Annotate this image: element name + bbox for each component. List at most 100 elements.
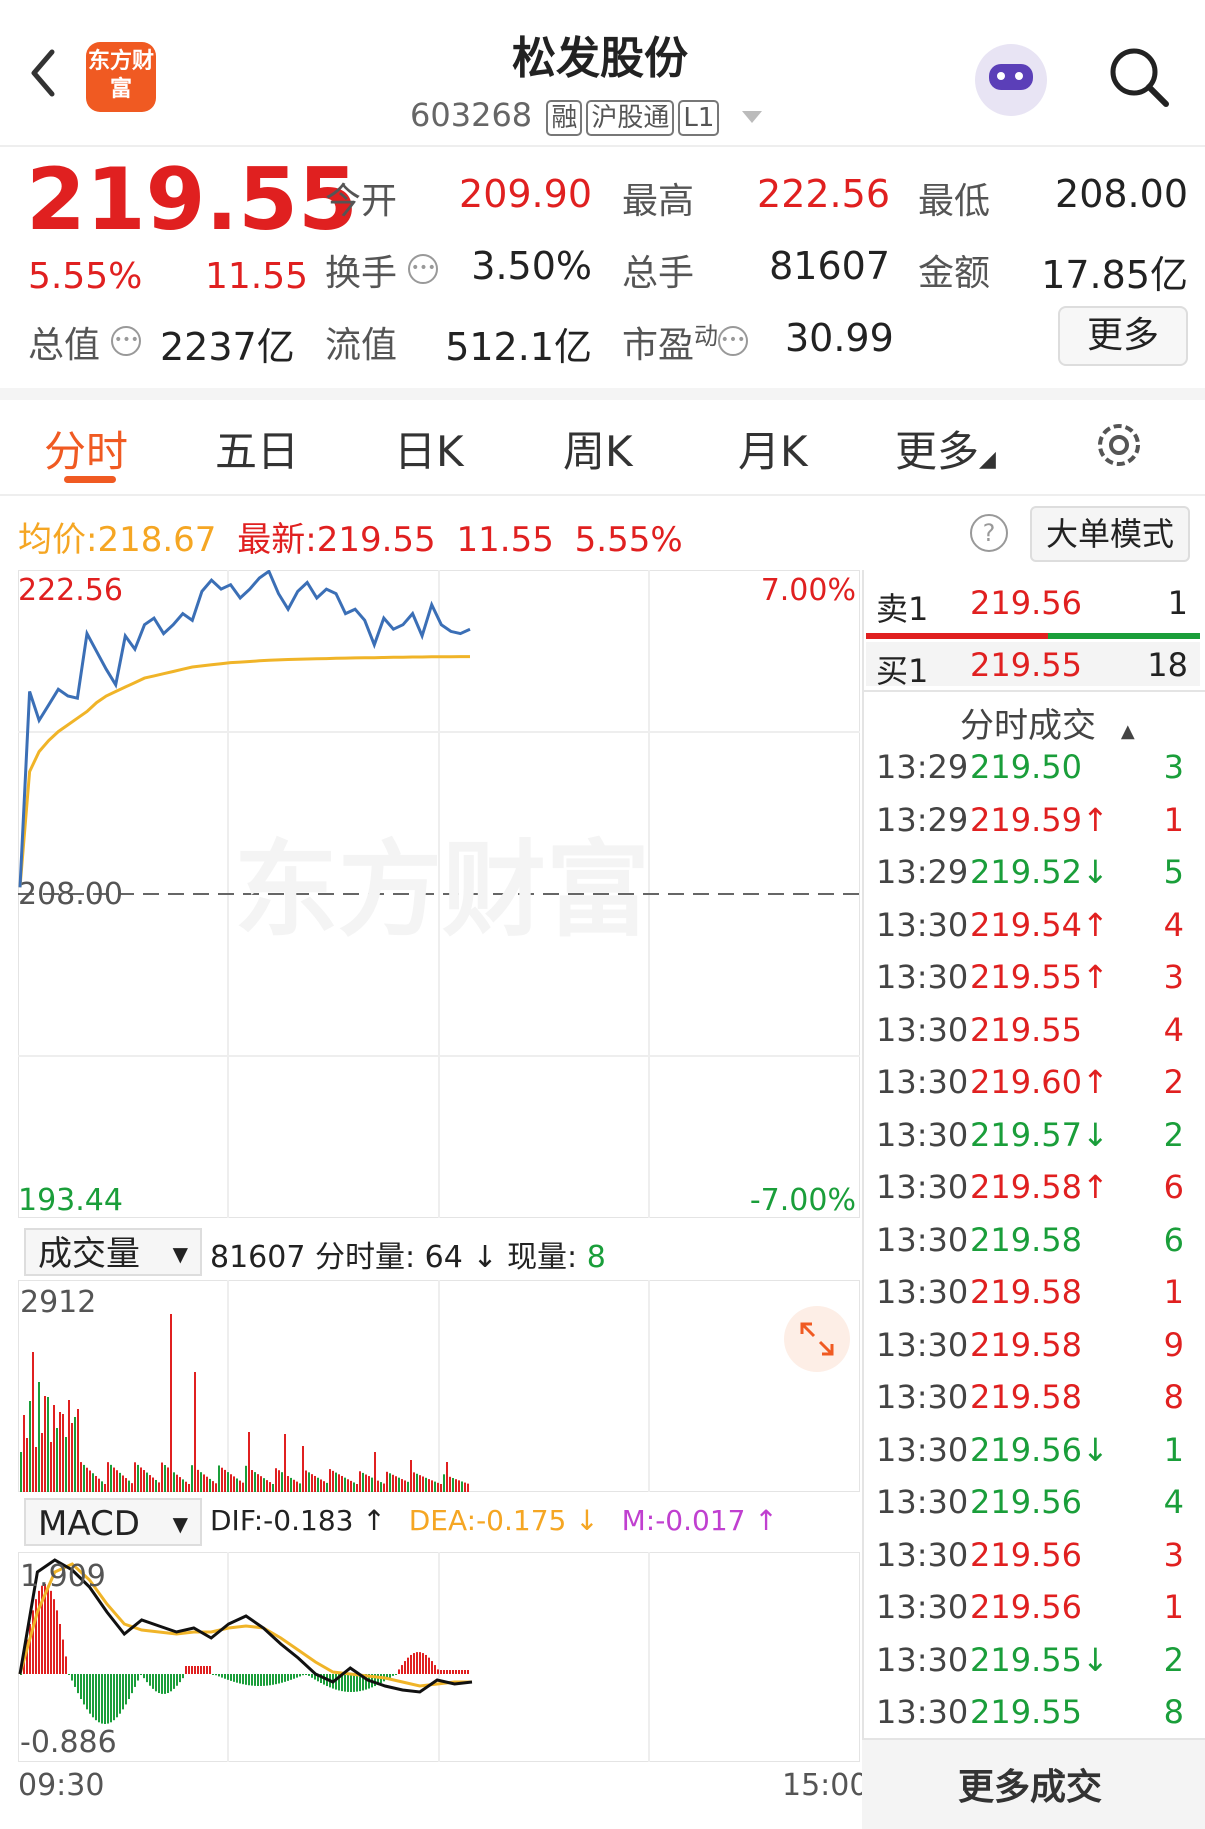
volume-bar — [452, 1478, 454, 1492]
volume-indicator-selector[interactable]: 成交量 ▼ — [24, 1228, 202, 1276]
intraday-price-chart[interactable]: 东方财富 222.56 208.00 193.44 7.00% -7.00% — [18, 570, 860, 1218]
trade-row: 13:30 219.58 9 — [876, 1326, 1194, 1378]
volume-bar — [356, 1484, 358, 1492]
macd-chart[interactable]: 1.909 -0.886 — [18, 1552, 860, 1762]
latest-value: 219.55 — [316, 520, 436, 560]
trade-price: 219.55 — [970, 1640, 1082, 1679]
volume-bar — [71, 1423, 73, 1492]
search-icon[interactable] — [1108, 46, 1170, 108]
volume-bar — [410, 1460, 412, 1492]
trade-qty: 8 — [1163, 1693, 1184, 1731]
assistant-robot-icon[interactable] — [975, 44, 1047, 116]
macd-bar — [80, 1674, 82, 1699]
macd-bar — [458, 1670, 460, 1674]
expand-icon[interactable] — [784, 1306, 850, 1372]
volume-bar — [398, 1477, 400, 1492]
back-arrow-icon[interactable] — [28, 48, 58, 98]
trade-qty: 2 — [1163, 1115, 1184, 1154]
big-order-mode-button[interactable]: 大单模式 — [1030, 506, 1190, 562]
more-info-button[interactable]: 更多 — [1058, 306, 1188, 366]
tab-five-day[interactable]: 五日 — [215, 418, 299, 479]
macd-bar — [140, 1674, 142, 1675]
trade-time: 13:30 — [876, 958, 969, 996]
volume-bar — [449, 1476, 451, 1492]
volume-bar — [191, 1465, 193, 1492]
macd-bar — [356, 1674, 358, 1692]
volume-bar — [431, 1480, 433, 1492]
trades-header-label: 分时成交 — [960, 706, 1096, 746]
volume-bar — [344, 1477, 346, 1492]
settings-gear-icon[interactable] — [1092, 418, 1146, 472]
price-info-bar: 均价:218.67 最新:219.55 11.55 5.55% — [18, 512, 683, 561]
trade-qty: 6 — [1163, 1168, 1184, 1206]
macd-bar — [350, 1674, 352, 1692]
info-icon[interactable]: ••• — [408, 254, 439, 284]
macd-info: DIF:-0.183 ↑ DEA:-0.175 ↓ M:-0.017 ↑ — [210, 1504, 778, 1537]
volume-bar — [446, 1462, 448, 1492]
help-icon[interactable]: ? — [970, 514, 1008, 552]
mktcap-value: 2237亿 — [160, 325, 295, 369]
volume-bar — [38, 1382, 40, 1492]
volume-bar — [299, 1483, 301, 1492]
buy-strength-bar — [1048, 633, 1200, 639]
trade-row: 13:30 219.58 6 — [876, 1221, 1194, 1273]
trade-qty: 4 — [1163, 1483, 1184, 1521]
trade-qty: 3 — [1163, 958, 1184, 996]
trade-time: 13:29 — [876, 748, 969, 786]
volume-bar — [41, 1433, 43, 1492]
macd-bar — [302, 1674, 304, 1676]
tab-intraday[interactable]: 分时 — [44, 418, 128, 479]
dropdown-icon[interactable] — [741, 111, 762, 123]
trade-row: 13:30 219.56 3 — [876, 1536, 1194, 1588]
volume-bar — [47, 1397, 49, 1492]
more-trades-bar[interactable]: 更多成交 — [862, 1738, 1205, 1829]
trade-time: 13:30 — [876, 1588, 969, 1626]
macd-bar — [305, 1674, 307, 1675]
trades-header[interactable]: 分时成交 ▲ — [960, 698, 1135, 747]
trade-row: 13:30 219.56 ↓ 1 — [876, 1431, 1194, 1483]
macd-bar — [413, 1653, 415, 1674]
macd-bar — [248, 1674, 250, 1686]
up-arrow-icon: ↑ — [1082, 1063, 1109, 1101]
info-icon[interactable]: ••• — [718, 326, 749, 356]
volume-bar — [44, 1396, 46, 1492]
y-axis-bottom-label: 193.44 — [18, 1183, 123, 1218]
sell-strength-bar — [866, 633, 1048, 639]
volume-bar — [152, 1477, 154, 1492]
more-trades-label: 更多成交 — [958, 1767, 1103, 1808]
tab-more[interactable]: 更多◢ — [895, 418, 996, 479]
volume-bar — [221, 1467, 223, 1492]
volume-bar — [158, 1482, 160, 1492]
volume-bar — [32, 1352, 34, 1492]
stock-code: 603268 — [410, 96, 533, 134]
macd-bar — [107, 1674, 109, 1724]
volume-y-max-label: 2912 — [20, 1285, 96, 1320]
macd-bar — [227, 1674, 229, 1680]
volume-bar — [434, 1481, 436, 1492]
macd-indicator-selector[interactable]: MACD ▼ — [24, 1498, 202, 1546]
volume-bar — [179, 1477, 181, 1492]
volume-bar — [362, 1472, 364, 1492]
sort-caret-icon: ▲ — [1120, 721, 1135, 742]
up-arrow-icon: ↑ — [1082, 958, 1109, 996]
down-arrow-icon: ↓ — [1082, 1430, 1109, 1469]
macd-bar — [443, 1670, 445, 1674]
volume-bar — [185, 1481, 187, 1492]
divider — [0, 494, 1205, 496]
volume-bar — [335, 1472, 337, 1492]
latest-label: 最新: — [237, 520, 317, 560]
tab-daily-k[interactable]: 日K — [394, 418, 464, 479]
mktcap-label: 总值 ••• — [28, 316, 142, 368]
down-arrow-icon: ↓ — [1082, 853, 1109, 891]
volume-chart[interactable]: 2912 — [18, 1280, 860, 1492]
y-axis-mid-label: 208.00 — [18, 877, 123, 912]
latest-change: 11.55 — [456, 520, 554, 560]
info-icon[interactable]: ••• — [111, 326, 142, 356]
tab-weekly-k[interactable]: 周K — [563, 418, 633, 479]
dropdown-icon: ▼ — [172, 1512, 188, 1536]
tab-monthly-k[interactable]: 月K — [738, 418, 808, 479]
volume-bar — [176, 1474, 178, 1492]
macd-bar — [467, 1670, 469, 1674]
volume-bar — [149, 1475, 151, 1492]
macd-bar — [269, 1674, 271, 1686]
